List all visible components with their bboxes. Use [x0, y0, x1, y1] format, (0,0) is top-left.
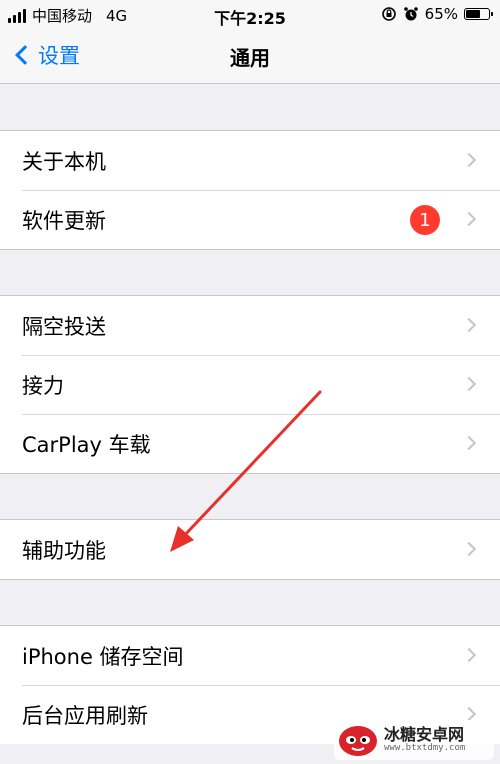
row-airdrop[interactable]: 隔空投送	[0, 296, 500, 355]
row-iphone-storage[interactable]: iPhone 储存空间	[0, 626, 500, 685]
battery-percent: 65%	[424, 5, 458, 23]
row-label: 后台应用刷新	[22, 703, 148, 728]
row-label: iPhone 储存空间	[22, 644, 184, 669]
chevron-right-icon	[461, 376, 477, 392]
row-software-update[interactable]: 软件更新 1	[0, 190, 500, 249]
settings-group-connectivity: 隔空投送 接力 CarPlay 车载	[0, 295, 500, 474]
settings-group-accessibility: 辅助功能	[0, 519, 500, 580]
row-label: 关于本机	[22, 149, 106, 174]
chevron-right-icon	[461, 706, 477, 722]
chevron-right-icon	[461, 435, 477, 451]
page-title: 通用	[230, 46, 270, 70]
watermark-mascot-icon	[339, 726, 377, 756]
chevron-right-icon	[461, 541, 477, 557]
watermark-logo: 冰糖安卓网 www.btxtdmy.com	[334, 720, 494, 760]
chevron-right-icon	[461, 317, 477, 333]
orientation-lock-icon	[381, 7, 396, 21]
watermark-url: www.btxtdmy.com	[384, 742, 466, 753]
row-accessibility[interactable]: 辅助功能	[0, 520, 500, 579]
battery-icon	[464, 8, 493, 20]
chevron-right-icon	[461, 647, 477, 663]
row-label: CarPlay 车载	[22, 432, 151, 457]
row-handoff[interactable]: 接力	[0, 355, 500, 414]
row-carplay[interactable]: CarPlay 车载	[0, 414, 500, 473]
chevron-right-icon	[461, 152, 477, 168]
battery-fill	[466, 10, 481, 18]
row-about-device[interactable]: 关于本机	[0, 131, 500, 190]
status-right: 65%	[381, 5, 493, 23]
row-label: 隔空投送	[22, 314, 106, 339]
status-bar: 中国移动 4G 下午2:25 65%	[0, 0, 500, 30]
navigation-bar: 设置 通用	[0, 30, 500, 84]
chevron-right-icon	[461, 211, 477, 227]
row-label: 辅助功能	[22, 538, 106, 563]
row-label: 接力	[22, 373, 64, 398]
alarm-icon	[403, 7, 418, 21]
settings-group-about: 关于本机 软件更新 1	[0, 130, 500, 250]
watermark-text: 冰糖安卓网 www.btxtdmy.com	[384, 724, 466, 753]
row-label: 软件更新	[22, 208, 106, 233]
notification-badge: 1	[410, 205, 440, 235]
watermark-name: 冰糖安卓网	[384, 724, 465, 744]
